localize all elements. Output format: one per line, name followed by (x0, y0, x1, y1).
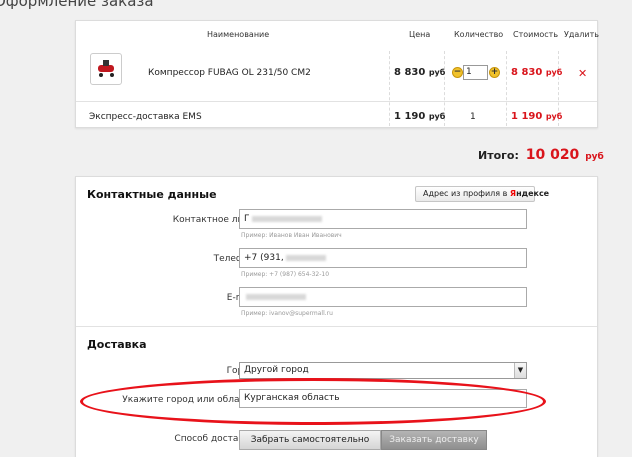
phone-hint: Пример: +7 (987) 654-32-10 (241, 271, 330, 278)
total-value: 10 020 (525, 147, 580, 163)
order-table: Наименование Цена Количество Стоимость У… (75, 20, 599, 128)
header-price: Цена (409, 30, 431, 39)
product-price: 8 830 руб (394, 67, 446, 78)
total-currency: руб (585, 152, 604, 162)
qty-input[interactable]: 1 (463, 65, 488, 80)
shipping-price: 1 190 руб (394, 111, 446, 122)
region-label: Укажите город или область (122, 395, 255, 405)
order-total: Итого: 10 020 руб (478, 147, 604, 163)
contact-person-hint: Пример: Иванов Иван Иванович (241, 232, 342, 239)
email-hint: Пример: ivanov@supermall.ru (241, 310, 333, 317)
email-input[interactable] (239, 287, 527, 307)
column-divider (506, 51, 507, 126)
page-title: Оформление заказа (0, 0, 154, 10)
phone-input[interactable]: +7 (931, (239, 248, 527, 268)
total-label: Итого: (478, 149, 519, 162)
product-cost: 8 830 руб (511, 67, 563, 78)
compressor-icon (98, 60, 114, 77)
delete-icon[interactable]: ✕ (578, 67, 587, 80)
header-delete: Удалить (564, 30, 599, 39)
checkout-form: Контактные данные Адрес из профиля в Янд… (75, 176, 598, 457)
column-divider (389, 51, 390, 126)
city-select[interactable]: Другой город ▼ (239, 362, 527, 379)
qty-minus-button[interactable]: − (452, 67, 463, 78)
yandex-logo: Яндексе (509, 189, 550, 198)
order-delivery-button[interactable]: Заказать доставку (381, 430, 487, 450)
qty-plus-button[interactable]: + (489, 67, 500, 78)
yandex-address-button[interactable]: Адрес из профиля в Яндексе (415, 186, 549, 202)
redacted-text (251, 215, 322, 222)
redacted-text (246, 293, 306, 300)
section-divider (76, 326, 597, 327)
contact-section-title: Контактные данные (87, 188, 217, 201)
shipping-name: Экспресс-доставка EMS (89, 112, 202, 122)
region-input[interactable]: Курганская область (239, 389, 527, 408)
product-thumbnail[interactable] (90, 53, 122, 85)
row-divider (76, 101, 597, 102)
header-cost: Стоимость (513, 30, 559, 39)
shipping-cost: 1 190 руб (511, 111, 563, 122)
header-name: Наименование (207, 30, 270, 39)
contact-person-input[interactable]: Г (239, 209, 527, 229)
redacted-text (285, 254, 326, 261)
chevron-down-icon[interactable]: ▼ (514, 363, 526, 378)
header-qty: Количество (454, 30, 504, 39)
product-name-link[interactable]: Компрессор FUBAG OL 231/50 CM2 (148, 68, 311, 78)
shipping-qty: 1 (470, 112, 476, 122)
pickup-button[interactable]: Забрать самостоятельно (239, 430, 381, 450)
delivery-section-title: Доставка (87, 338, 147, 351)
